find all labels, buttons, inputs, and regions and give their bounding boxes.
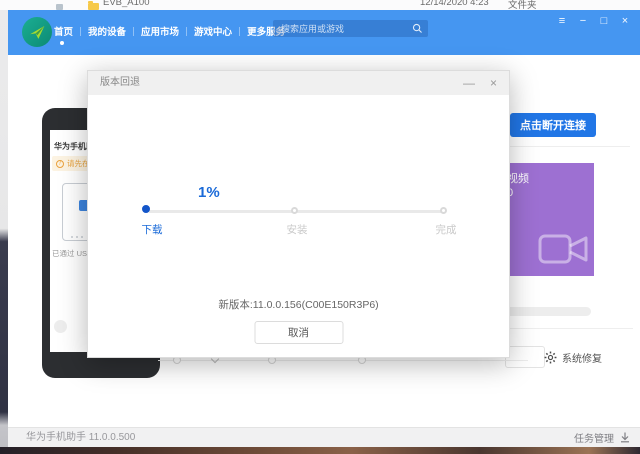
- file-type: 文件夹: [508, 0, 537, 10]
- step-node-complete: [440, 207, 447, 214]
- download-icon: [620, 432, 630, 443]
- video-camera-icon: [534, 220, 592, 272]
- task-manager-label: 任务管理: [574, 430, 614, 445]
- warning-icon: !: [56, 160, 64, 168]
- version-rollback-dialog: 版本回退 — × 1% 下载 安装 完成 新版本:11.0.0.156(C00E…: [87, 70, 510, 358]
- dialog-title: 版本回退: [100, 71, 140, 95]
- new-version-text: 新版本:11.0.0.156(C00E150R3P6): [88, 297, 509, 312]
- dialog-titlebar: 版本回退 — ×: [88, 71, 509, 95]
- dialog-close-icon[interactable]: ×: [490, 76, 497, 90]
- screen: EVB_A100 12/14/2020 4:23 文件夹 首页 我的设备 应用市…: [0, 0, 640, 454]
- progress-percent: 1%: [198, 184, 220, 201]
- nav-separator: [239, 27, 240, 36]
- video-tile-label: 视频: [507, 170, 529, 186]
- window-controls: ≡ − □ ×: [556, 12, 631, 30]
- file-name: EVB_A100: [103, 0, 149, 8]
- gear-icon: [544, 351, 557, 364]
- minimize-icon[interactable]: −: [577, 12, 589, 30]
- nav-item-app-market[interactable]: 应用市场: [141, 24, 179, 38]
- step-node-download: [142, 205, 150, 213]
- dialog-controls: — ×: [463, 71, 497, 95]
- nav-separator: [186, 27, 187, 36]
- search-box: [273, 20, 428, 37]
- cancel-button[interactable]: 取消: [254, 321, 343, 344]
- step-label-download: 下载: [142, 222, 163, 237]
- search-input[interactable]: [273, 20, 428, 37]
- nav-item-my-devices[interactable]: 我的设备: [88, 24, 126, 38]
- status-bar: 华为手机助手 11.0.0.500 任务管理: [8, 427, 640, 447]
- active-tab-indicator-dot: [60, 41, 64, 45]
- video-category-tile[interactable]: 视频 0: [498, 163, 594, 276]
- app-version-text: 华为手机助手 11.0.0.500: [26, 428, 135, 447]
- placeholder-bar: [498, 307, 591, 316]
- dialog-minimize-icon[interactable]: —: [463, 76, 475, 90]
- disconnect-button[interactable]: 点击断开连接: [510, 113, 596, 137]
- menu-icon[interactable]: ≡: [556, 12, 568, 30]
- nav-separator: [80, 27, 81, 36]
- background-file-explorer-row: EVB_A100 12/14/2020 4:23 文件夹: [0, 0, 640, 10]
- nav-separator: [133, 27, 134, 36]
- nav-menu: 首页 我的设备 应用市场 游戏中心 更多服务: [54, 24, 285, 38]
- nav-item-home[interactable]: 首页: [54, 24, 73, 38]
- maximize-icon[interactable]: □: [598, 12, 610, 30]
- desktop-wallpaper-bottom-edge: [0, 447, 640, 454]
- search-icon[interactable]: [412, 23, 423, 34]
- phone-panel-avatar-circle: [54, 320, 67, 333]
- system-repair-button[interactable]: 系统修复: [544, 350, 602, 365]
- hisuite-logo-icon: [22, 17, 52, 47]
- top-navigation-bar: 首页 我的设备 应用市场 游戏中心 更多服务 ≡ −: [8, 10, 640, 55]
- close-icon[interactable]: ×: [619, 12, 631, 30]
- nav-item-game-center[interactable]: 游戏中心: [194, 24, 232, 38]
- step-label-install: 安装: [287, 222, 308, 237]
- step-node-install: [291, 207, 298, 214]
- folder-icon: [88, 3, 99, 10]
- partial-button[interactable]: [505, 346, 545, 368]
- system-repair-label: 系统修复: [562, 350, 602, 365]
- desktop-wallpaper-left-edge: [0, 10, 8, 447]
- step-label-complete: 完成: [436, 222, 457, 237]
- file-date: 12/14/2020 4:23: [420, 0, 489, 8]
- task-manager-button[interactable]: 任务管理: [574, 428, 630, 447]
